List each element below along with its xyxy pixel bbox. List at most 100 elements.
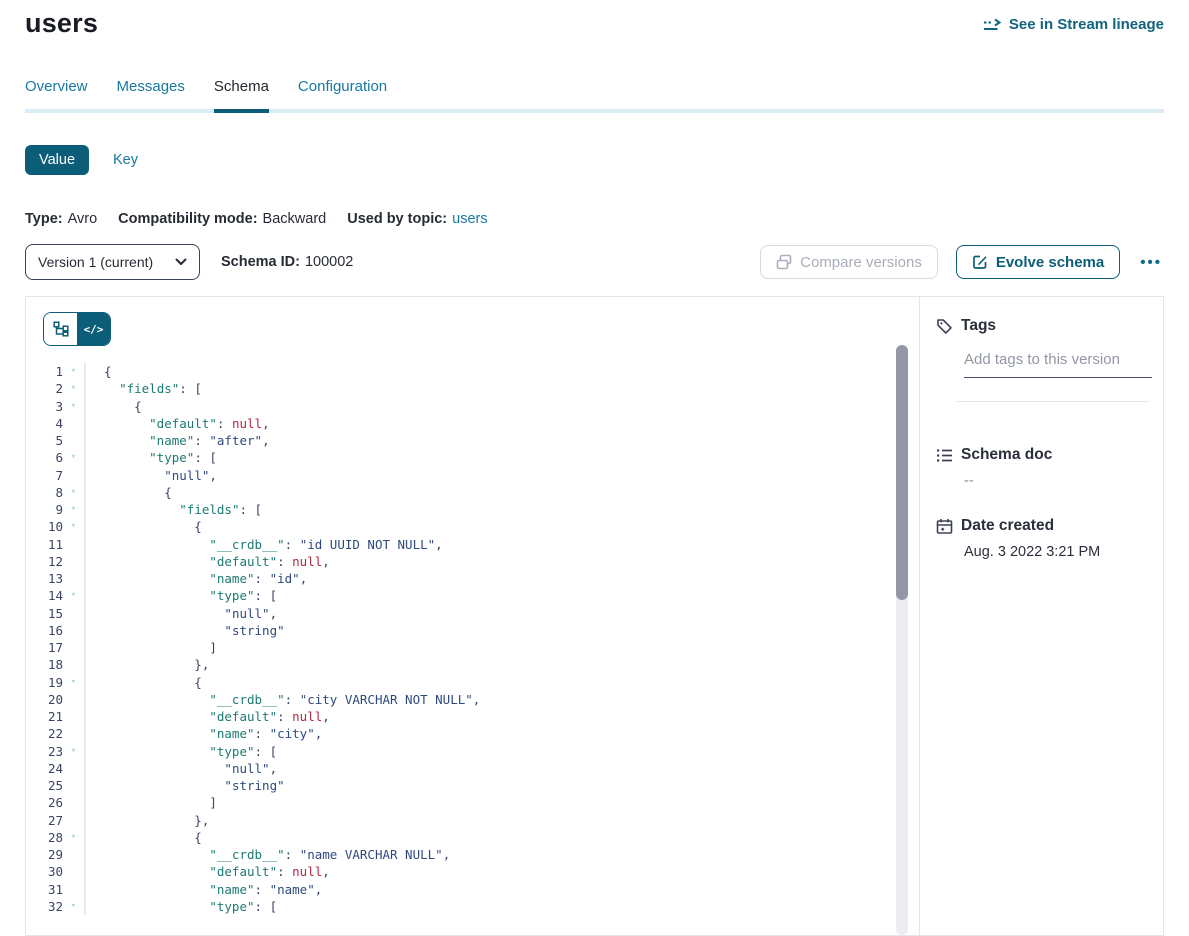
code-view-icon: </> <box>84 323 104 336</box>
fold-spacer <box>63 415 84 432</box>
fold-marker-icon[interactable]: ▾ <box>63 587 84 604</box>
schema-meta: Type: Avro Compatibility mode: Backward … <box>25 211 1164 227</box>
line-number: 6 <box>26 449 63 466</box>
fold-spacer <box>63 467 84 484</box>
code-line: 30 "default": null, <box>26 863 919 880</box>
version-select-value: Version 1 (current) <box>38 254 153 270</box>
meta-type: Type: Avro <box>25 211 97 227</box>
code-text: "type": [ <box>86 449 217 466</box>
line-number: 24 <box>26 760 63 777</box>
code-text: "name": "after", <box>86 432 270 449</box>
fold-marker-icon[interactable]: ▾ <box>63 363 84 380</box>
tree-view-button[interactable] <box>44 313 77 345</box>
code-text: "default": null, <box>86 553 330 570</box>
code-text: { <box>86 484 172 501</box>
evolve-schema-button[interactable]: Evolve schema <box>956 245 1120 279</box>
code-text: "string" <box>86 622 285 639</box>
fold-marker-icon[interactable]: ▾ <box>63 449 84 466</box>
fold-spacer <box>63 777 84 794</box>
line-number: 31 <box>26 881 63 898</box>
schema-doc-section: Schema doc -- <box>936 446 1149 489</box>
sidebar-divider <box>956 401 1149 402</box>
code-text: "default": null, <box>86 415 270 432</box>
fold-marker-icon[interactable]: ▾ <box>63 518 84 535</box>
code-line: 28▾ { <box>26 829 919 846</box>
fold-spacer <box>63 570 84 587</box>
key-tab-button[interactable]: Key <box>113 152 138 168</box>
tree-view-icon <box>53 321 69 337</box>
stream-lineage-label: See in Stream lineage <box>1009 16 1164 33</box>
schema-id: Schema ID: 100002 <box>221 254 353 270</box>
code-line: 29 "__crdb__": "name VARCHAR NULL", <box>26 846 919 863</box>
used-by-topic-link[interactable]: users <box>452 211 487 227</box>
tab-overview[interactable]: Overview <box>25 78 88 109</box>
fold-spacer <box>63 432 84 449</box>
used-by-topic-label: Used by topic: <box>347 211 447 227</box>
tab-messages[interactable]: Messages <box>117 78 185 109</box>
code-line: 32▾ "type": [ <box>26 898 919 915</box>
code-text: "fields": [ <box>86 501 262 518</box>
fold-marker-icon[interactable]: ▾ <box>63 501 84 518</box>
editor-scrollbar-track[interactable] <box>896 345 908 935</box>
compatibility-value: Backward <box>263 211 327 227</box>
code-line: 5 "name": "after", <box>26 432 919 449</box>
fold-spacer <box>63 760 84 777</box>
tab-configuration[interactable]: Configuration <box>298 78 387 109</box>
code-text: "default": null, <box>86 863 330 880</box>
schema-sidebar: Tags Schema doc <box>920 297 1163 935</box>
schema-id-value: 100002 <box>305 254 353 270</box>
fold-spacer <box>63 691 84 708</box>
meta-compatibility: Compatibility mode: Backward <box>118 211 326 227</box>
code-line: 31 "name": "name", <box>26 881 919 898</box>
code-text: "name": "id", <box>86 570 307 587</box>
line-number: 5 <box>26 432 63 449</box>
code-text: { <box>86 363 112 380</box>
code-line: 14▾ "type": [ <box>26 587 919 604</box>
tags-heading-label: Tags <box>961 317 996 335</box>
code-line: 2▾ "fields": [ <box>26 380 919 397</box>
line-number: 22 <box>26 725 63 742</box>
stream-lineage-link[interactable]: See in Stream lineage <box>983 16 1164 33</box>
schema-id-label: Schema ID: <box>221 254 300 270</box>
code-text: ] <box>86 639 217 656</box>
date-created-heading-label: Date created <box>961 517 1054 535</box>
fold-marker-icon[interactable]: ▾ <box>63 829 84 846</box>
type-value: Avro <box>68 211 98 227</box>
version-select[interactable]: Version 1 (current) <box>25 244 200 280</box>
fold-spacer <box>63 639 84 656</box>
fold-marker-icon[interactable]: ▾ <box>63 380 84 397</box>
code-text: "default": null, <box>86 708 330 725</box>
editor-scrollbar-thumb[interactable] <box>896 345 908 600</box>
editor-view-toggle: </> <box>43 312 111 346</box>
code-text: { <box>86 674 202 691</box>
fold-marker-icon[interactable]: ▾ <box>63 484 84 501</box>
fold-marker-icon[interactable]: ▾ <box>63 898 84 915</box>
code-text: { <box>86 829 202 846</box>
code-line: 8▾ { <box>26 484 919 501</box>
code-view-button[interactable]: </> <box>77 313 110 345</box>
line-number: 2 <box>26 380 63 397</box>
value-tab-button[interactable]: Value <box>25 145 89 175</box>
line-number: 3 <box>26 398 63 415</box>
tags-input[interactable] <box>964 351 1152 378</box>
more-options-button[interactable]: ••• <box>1138 252 1164 273</box>
line-number: 12 <box>26 553 63 570</box>
type-label: Type: <box>25 211 63 227</box>
edit-icon <box>972 254 988 270</box>
stream-lineage-icon <box>983 18 1002 32</box>
line-number: 19 <box>26 674 63 691</box>
compare-versions-button[interactable]: Compare versions <box>760 245 938 279</box>
evolve-schema-label: Evolve schema <box>996 254 1104 271</box>
compare-icon <box>776 254 792 270</box>
tab-schema[interactable]: Schema <box>214 78 269 113</box>
fold-marker-icon[interactable]: ▾ <box>63 398 84 415</box>
code-line: 11 "__crdb__": "id UUID NOT NULL", <box>26 536 919 553</box>
code-line: 25 "string" <box>26 777 919 794</box>
line-number: 9 <box>26 501 63 518</box>
fold-marker-icon[interactable]: ▾ <box>63 674 84 691</box>
line-number: 17 <box>26 639 63 656</box>
schema-panel: </> 1▾{2▾ "fields": [3▾ {4 "default": nu… <box>25 296 1164 936</box>
fold-marker-icon[interactable]: ▾ <box>63 743 84 760</box>
fold-spacer <box>63 812 84 829</box>
schema-doc-heading: Schema doc <box>936 446 1149 464</box>
